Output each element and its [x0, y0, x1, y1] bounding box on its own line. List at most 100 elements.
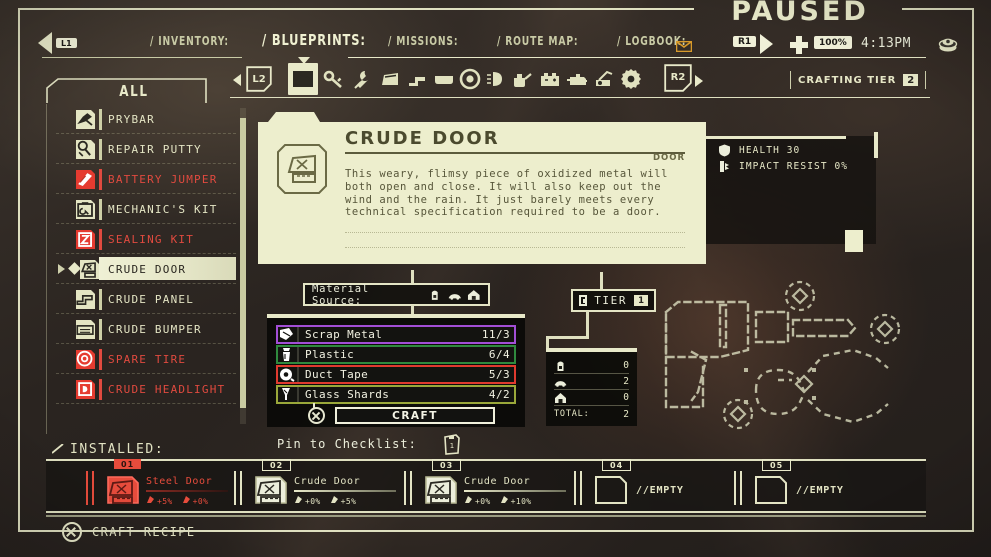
installed-slot[interactable]: 05 //EMPTY	[734, 459, 898, 513]
stat-glyph-icon	[182, 496, 190, 503]
installed-tick-icon	[52, 444, 64, 454]
item-divider	[56, 403, 236, 404]
total-row-sum: TOTAL: 2	[554, 406, 629, 422]
filter-tab-all[interactable]: ALL	[46, 78, 222, 103]
stats-panel-accent	[706, 136, 846, 139]
category-icon-tire[interactable]	[459, 68, 481, 90]
detail-door-icon	[277, 144, 327, 194]
tab-route-map[interactable]: / ROUTE MAP:	[497, 34, 578, 48]
item-icon-1	[76, 140, 95, 159]
next-category-arrow-icon[interactable]	[695, 75, 703, 87]
nav-underline-right	[348, 57, 926, 58]
installed-header: INSTALLED:	[70, 442, 165, 457]
slot-item-name: Crude Door	[464, 476, 531, 487]
materials-panel: Scrap Metal 11/3 Plastic 6/4 Duct Tape 5/3 Gla…	[267, 314, 525, 427]
frame-border-top-left	[18, 8, 694, 10]
item-label: REPAIR PUTTY	[108, 143, 202, 156]
category-icon-battery[interactable]	[539, 68, 561, 90]
blueprint-list[interactable]: PRYBAR REPAIR PUTTY BATTERY JUMPER MECHANIC…	[46, 104, 246, 434]
tier-square-icon	[579, 295, 588, 306]
l1-button[interactable]: L1	[56, 38, 77, 48]
blueprint-list-item[interactable]: PRYBAR	[46, 104, 246, 134]
clipboard-icon[interactable]: 1	[443, 433, 461, 455]
tier-value: 1	[634, 295, 648, 306]
blueprint-list-item[interactable]: CRUDE PANEL	[46, 284, 246, 314]
slot-pipe-b	[740, 471, 742, 505]
slot-item-icon	[425, 476, 457, 504]
category-icon-engine[interactable]	[566, 68, 588, 90]
frame-border-top-right	[902, 8, 974, 10]
r1-button[interactable]: R1	[733, 36, 757, 47]
tab-missions[interactable]: / MISSIONS:	[388, 34, 458, 48]
slot-stat: +5%	[330, 495, 357, 506]
item-label: SPARE TIRE	[108, 353, 187, 366]
r2-button[interactable]: R2	[664, 64, 692, 92]
category-icon-headlight[interactable]	[485, 68, 507, 90]
blueprint-list-item[interactable]: CRUDE DOOR	[46, 254, 246, 284]
footer-x-button[interactable]	[62, 522, 82, 542]
total-row-backpack: 0	[554, 358, 629, 374]
category-icon-car[interactable]	[292, 68, 314, 90]
detail-card-tab	[845, 230, 863, 252]
category-icon-key[interactable]	[323, 68, 345, 90]
material-row[interactable]: Scrap Metal 11/3	[276, 325, 516, 344]
material-divider	[297, 327, 299, 342]
category-icon-oilcan[interactable]	[511, 68, 533, 90]
material-row[interactable]: Glass Shards 4/2	[276, 385, 516, 404]
total-home-value: 0	[623, 392, 629, 403]
category-icon-wrench[interactable]	[351, 68, 373, 90]
blueprint-list-item[interactable]: SPARE TIRE	[46, 344, 246, 374]
slot-pipe-a	[86, 471, 88, 505]
blueprint-list-item[interactable]: REPAIR PUTTY	[46, 134, 246, 164]
category-icon-panel[interactable]	[406, 68, 428, 90]
tab-blueprints[interactable]: / BLUEPRINTS:	[262, 31, 366, 49]
ducttape-icon	[280, 368, 295, 382]
slot-stat: +5%	[146, 495, 173, 506]
installed-slot[interactable]: 03 Crude Door +0% +10%	[404, 459, 578, 513]
prev-tab-arrow-icon[interactable]	[38, 32, 52, 54]
total-row-vehicle: 2	[554, 374, 629, 390]
craft-x-button[interactable]	[308, 407, 325, 424]
blueprint-list-item[interactable]: MECHANIC'S KIT	[46, 194, 246, 224]
slot-item-name: Steel Door	[146, 476, 213, 487]
tier-connector-across	[546, 336, 589, 339]
total-vehicle-value: 2	[623, 376, 629, 387]
category-icon-winch[interactable]	[593, 68, 615, 90]
craft-button[interactable]: CRAFT	[335, 407, 495, 424]
blueprint-list-item[interactable]: CRUDE HEADLIGHT	[46, 374, 246, 404]
prev-category-arrow-icon[interactable]	[233, 74, 241, 86]
installed-slot[interactable]: 04 //EMPTY	[574, 459, 738, 513]
item-accent-bar	[99, 319, 102, 340]
slot-stat: +10%	[500, 495, 532, 506]
item-label: PRYBAR	[108, 113, 155, 126]
item-label: SEALING KIT	[108, 233, 195, 246]
slot-stats: +5% +0%	[146, 495, 208, 506]
blueprint-list-item[interactable]: BATTERY JUMPER	[46, 164, 246, 194]
category-underline	[230, 97, 930, 98]
blueprint-list-item[interactable]: CRUDE BUMPER	[46, 314, 246, 344]
slot-pipe-a	[234, 471, 236, 505]
material-row[interactable]: Plastic 6/4	[276, 345, 516, 364]
stat-glyph-icon	[295, 496, 302, 503]
next-tab-arrow-icon[interactable]	[760, 34, 773, 54]
glass-icon	[282, 388, 290, 400]
mail-icon	[676, 41, 692, 52]
filter-tab-all-label: ALL	[119, 82, 149, 100]
item-accent-bar	[99, 139, 102, 160]
material-row[interactable]: Duct Tape 5/3	[276, 365, 516, 384]
l2-button[interactable]: L2	[246, 66, 272, 92]
installed-slot[interactable]: 01 Steel Door +5% +0%	[86, 459, 240, 513]
slot-progress-line	[146, 490, 228, 492]
health-percent-badge: 100%	[814, 36, 852, 49]
material-quantity: 11/3	[481, 328, 510, 341]
installed-slot[interactable]: 02 Crude Door +0% +5%	[234, 459, 408, 513]
tab-inventory[interactable]: / INVENTORY:	[150, 34, 229, 48]
category-icon-bumper[interactable]	[433, 68, 455, 90]
category-icon-gear[interactable]	[620, 68, 642, 90]
sidebar-scrollbar-thumb[interactable]	[240, 118, 246, 408]
slot-stats: +0% +10%	[464, 495, 532, 506]
category-icon-door[interactable]	[379, 68, 401, 90]
slot-stats: +0% +5%	[294, 495, 356, 506]
blueprint-list-item[interactable]: SEALING KIT	[46, 224, 246, 254]
detail-rule-1	[345, 232, 685, 233]
